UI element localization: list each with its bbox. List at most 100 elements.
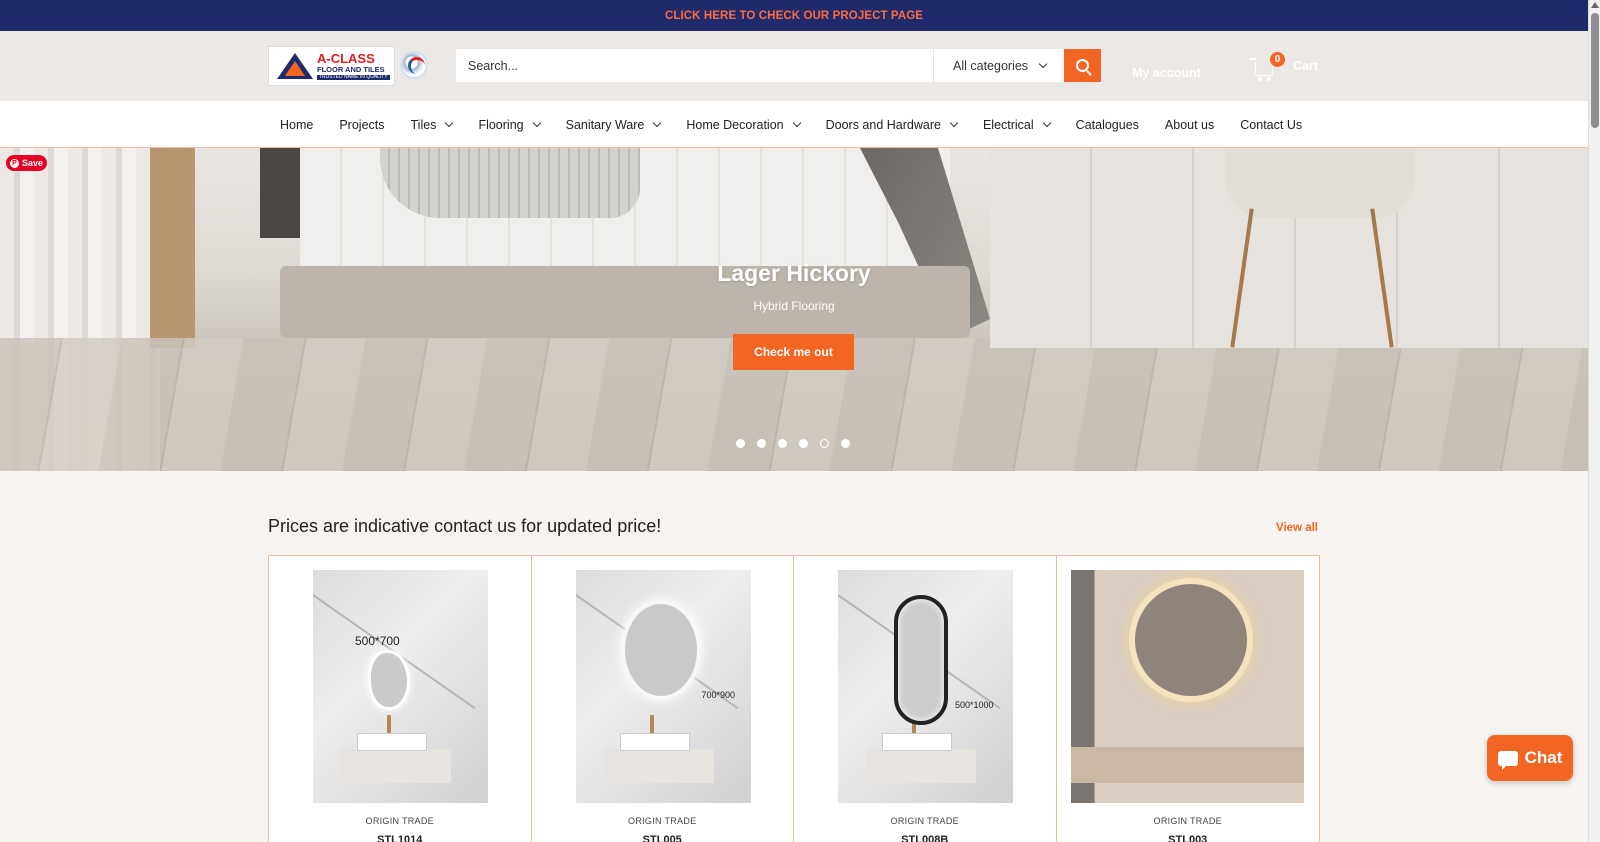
- chevron-down-icon: [1042, 118, 1051, 128]
- slide-dot[interactable]: [736, 439, 745, 448]
- product-image[interactable]: 500*700: [313, 570, 488, 803]
- site-logo[interactable]: A-CLASS FLOOR AND TILES TRUSTED NAME IN …: [268, 46, 395, 86]
- product-card[interactable]: 700*900 ORIGIN TRADE STL005: [532, 556, 794, 842]
- hero-cta-button[interactable]: Check me out: [733, 334, 854, 370]
- nav-item-projects[interactable]: Projects: [339, 118, 384, 132]
- nav-item-label: Home: [280, 117, 314, 132]
- partner-badge-icon: [400, 51, 428, 79]
- chevron-down-icon: [1038, 59, 1048, 69]
- slide-dot[interactable]: [778, 439, 787, 448]
- pinterest-save-label: Save: [22, 158, 44, 168]
- drop-mirror: [368, 650, 410, 710]
- pinterest-save-button[interactable]: P Save: [6, 155, 47, 171]
- faucet: [649, 715, 654, 733]
- product-image[interactable]: 500*1000: [838, 570, 1013, 803]
- site-header: A-CLASS FLOOR AND TILES TRUSTED NAME IN …: [0, 31, 1588, 101]
- capsule-mirror: [894, 595, 948, 725]
- product-title[interactable]: STL003: [1057, 834, 1320, 842]
- logo-brand-sub: FLOOR AND TILES: [317, 64, 385, 74]
- product-card[interactable]: 500*1000 ORIGIN TRADE STL008B: [794, 556, 1057, 842]
- category-select[interactable]: All categories: [933, 49, 1064, 82]
- search-bar: All categories: [456, 49, 1101, 82]
- basin: [357, 733, 427, 751]
- mirror-size-label: 700*900: [701, 690, 736, 700]
- nav-item-label: Catalogues: [1075, 117, 1139, 132]
- product-title[interactable]: STL008B: [794, 834, 1056, 842]
- faucet: [387, 715, 391, 733]
- nav-item-label: Electrical: [982, 117, 1034, 132]
- chevron-down-icon: [792, 118, 801, 128]
- nav-item-home[interactable]: Home: [280, 118, 313, 132]
- product-title[interactable]: STL005: [532, 834, 794, 842]
- chevron-down-icon: [949, 118, 959, 128]
- mirror-size-label: 500*700: [355, 634, 400, 648]
- nav-item-label: About us: [1164, 117, 1215, 132]
- slide-dot[interactable]: [757, 439, 766, 448]
- round-mirror: [1128, 578, 1253, 702]
- scrollbar-thumb[interactable]: [1591, 13, 1599, 128]
- nav-list: Home Projects Tiles Flooring Sanitary Ware Ho…: [280, 101, 1328, 148]
- page-scrollbar[interactable]: [1588, 0, 1600, 842]
- vanity-cabinet: [866, 749, 976, 783]
- main-nav: Home Projects Tiles Flooring Sanitary Ware Ho…: [0, 101, 1588, 148]
- cart-label: Cart: [1293, 59, 1319, 73]
- nav-item-contact-us[interactable]: Contact Us: [1240, 118, 1302, 132]
- product-image[interactable]: [1070, 570, 1304, 803]
- hero-subtitle: Hybrid Flooring: [753, 299, 835, 313]
- nav-item-label: Contact Us: [1240, 117, 1303, 132]
- product-image[interactable]: 700*900: [575, 570, 751, 803]
- nav-item-flooring[interactable]: Flooring: [478, 117, 541, 132]
- chat-bubble-icon: [1497, 750, 1518, 770]
- hero-window: [150, 148, 195, 348]
- product-grid: 500*700 ORIGIN TRADE STL1014 700*900 ORIGIN …: [268, 555, 1320, 842]
- vanity-cabinet: [603, 749, 714, 783]
- cart-count-badge: 0: [1270, 52, 1285, 67]
- nav-item-label: Flooring: [478, 117, 524, 132]
- slide-dots: [736, 439, 862, 448]
- search-input[interactable]: [456, 49, 933, 82]
- chevron-down-icon: [532, 118, 541, 128]
- nav-item-about-us[interactable]: About us: [1165, 118, 1214, 132]
- hero-throw: [380, 148, 640, 218]
- chat-label: Chat: [1524, 748, 1563, 767]
- slide-dot[interactable]: [820, 439, 829, 448]
- nav-item-doors-and-hardware[interactable]: Doors and Hardware: [826, 118, 959, 132]
- nav-item-tiles[interactable]: Tiles: [410, 117, 454, 132]
- product-vendor[interactable]: ORIGIN TRADE: [532, 816, 794, 826]
- slide-dot[interactable]: [799, 439, 808, 448]
- slide-dot[interactable]: [841, 439, 850, 448]
- nav-item-sanitary-ware[interactable]: Sanitary Ware: [565, 117, 662, 132]
- hero-chair: [1225, 148, 1415, 218]
- product-vendor[interactable]: ORIGIN TRADE: [1057, 816, 1320, 826]
- section-title: Prices are indicative contact us for upd…: [268, 516, 662, 536]
- announcement-bar: CLICK HERE TO CHECK OUR PROJECT PAGE: [0, 0, 1588, 31]
- product-card[interactable]: ORIGIN TRADE STL003: [1057, 556, 1320, 842]
- view-all-link[interactable]: View all: [1276, 522, 1318, 534]
- nav-item-catalogues[interactable]: Catalogues: [1076, 118, 1139, 132]
- vanity-counter: [1070, 747, 1304, 783]
- nav-item-label: Sanitary Ware: [565, 117, 645, 132]
- project-page-link[interactable]: CLICK HERE TO CHECK OUR PROJECT PAGE: [665, 10, 923, 22]
- product-vendor[interactable]: ORIGIN TRADE: [269, 816, 531, 826]
- mirror-size-label: 500*1000: [955, 700, 994, 710]
- nav-item-label: Home Decoration: [686, 117, 784, 132]
- vanity-cabinet: [341, 749, 451, 783]
- nav-item-electrical[interactable]: Electrical: [982, 117, 1051, 132]
- chat-button[interactable]: Chat: [1487, 735, 1573, 781]
- scroll-up-icon[interactable]: [1591, 2, 1599, 8]
- nav-item-home-decoration[interactable]: Home Decoration: [686, 117, 801, 132]
- cart-link[interactable]: 0 Cart: [1250, 52, 1319, 81]
- basin: [619, 733, 690, 751]
- search-icon: [1076, 59, 1089, 72]
- product-card[interactable]: 500*700 ORIGIN TRADE STL1014: [269, 556, 532, 842]
- chevron-down-icon: [653, 118, 662, 128]
- pinterest-icon: P: [10, 158, 19, 168]
- product-title[interactable]: STL1014: [269, 834, 531, 842]
- category-select-value: All categories: [953, 58, 1029, 73]
- nav-item-label: Tiles: [410, 117, 437, 132]
- search-button[interactable]: [1064, 49, 1101, 82]
- cart-icon: [1250, 58, 1273, 81]
- product-vendor[interactable]: ORIGIN TRADE: [794, 816, 1056, 826]
- basin: [882, 733, 952, 751]
- my-account-link[interactable]: My account: [1132, 66, 1201, 80]
